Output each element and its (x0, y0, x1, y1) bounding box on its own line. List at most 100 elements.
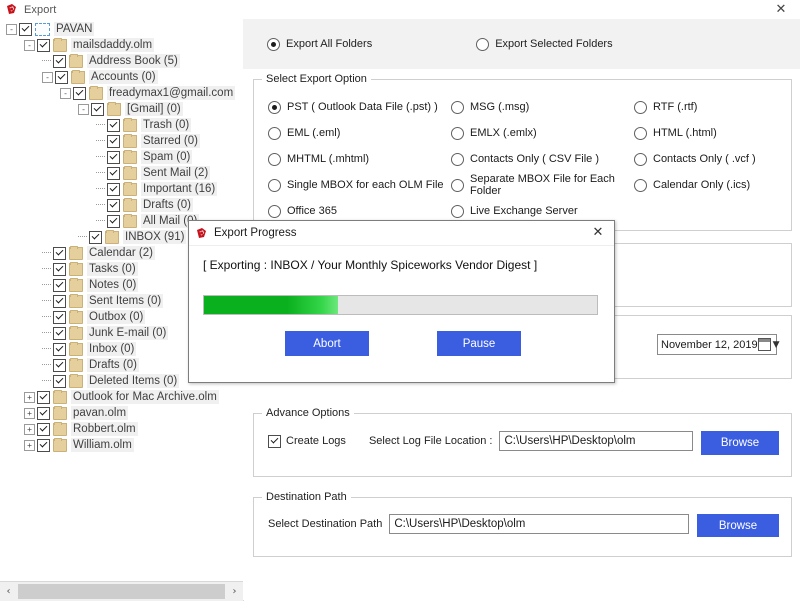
radio-export-format[interactable]: Single MBOX for each OLM File (268, 179, 451, 192)
tree-item-checkbox[interactable] (19, 23, 32, 36)
radio-indicator[interactable] (268, 127, 281, 140)
tree-item-checkbox[interactable] (107, 167, 120, 180)
radio-indicator[interactable] (451, 205, 464, 218)
radio-export-format[interactable]: MSG (.msg) (451, 101, 634, 114)
radio-export-format[interactable]: RTF (.rtf) (634, 101, 784, 114)
tree-item-checkbox[interactable] (37, 423, 50, 436)
radio-export-selected-folders[interactable]: Export Selected Folders (476, 38, 612, 51)
tree-item-checkbox[interactable] (53, 343, 66, 356)
tree-item-checkbox[interactable] (107, 199, 120, 212)
chevron-down-icon[interactable]: ▼ (773, 340, 780, 350)
tree-item-checkbox[interactable] (91, 103, 104, 116)
tree-item-checkbox[interactable] (107, 135, 120, 148)
tree-item-checkbox[interactable] (55, 71, 68, 84)
radio-export-format[interactable]: Contacts Only ( .vcf ) (634, 153, 784, 166)
close-icon[interactable]: ✕ (588, 223, 608, 242)
collapse-icon[interactable]: - (78, 104, 89, 115)
browse-destination-button[interactable]: Browse (697, 514, 779, 537)
tree-item[interactable]: +Robbert.olm (0, 421, 243, 437)
radio-export-format[interactable]: EMLX (.emlx) (451, 127, 634, 140)
radio-indicator[interactable] (634, 153, 647, 166)
tree-item[interactable]: +pavan.olm (0, 405, 243, 421)
date-picker[interactable]: November 12, 2019 ▼ (657, 334, 777, 355)
tree-item-checkbox[interactable] (53, 359, 66, 372)
pause-button[interactable]: Pause (437, 331, 521, 356)
tree-item-checkbox[interactable] (53, 247, 66, 260)
tree-item-checkbox[interactable] (89, 231, 102, 244)
abort-button[interactable]: Abort (285, 331, 369, 356)
radio-indicator[interactable] (634, 127, 647, 140)
destination-path-input[interactable]: C:\Users\HP\Desktop\olm (389, 514, 689, 534)
tree-item[interactable]: -Accounts (0) (0, 69, 243, 85)
expand-icon[interactable]: + (24, 408, 35, 419)
radio-export-format[interactable]: MHTML (.mhtml) (268, 153, 451, 166)
tree-item-checkbox[interactable] (37, 407, 50, 420)
tree-item[interactable]: Address Book (5) (0, 53, 243, 69)
scrollbar-thumb[interactable] (18, 584, 225, 599)
radio-export-format[interactable]: PST ( Outlook Data File (.pst) ) (268, 101, 451, 114)
radio-indicator[interactable] (451, 179, 464, 192)
tree-item[interactable]: Spam (0) (0, 149, 243, 165)
radio-indicator[interactable] (451, 127, 464, 140)
radio-indicator[interactable] (267, 38, 280, 51)
close-icon[interactable]: ✕ (770, 0, 792, 19)
tree-item[interactable]: +Outlook for Mac Archive.olm (0, 389, 243, 405)
tree-item-checkbox[interactable] (107, 215, 120, 228)
tree-item-checkbox[interactable] (53, 311, 66, 324)
scroll-right-icon[interactable]: › (226, 583, 243, 600)
tree-item[interactable]: Starred (0) (0, 133, 243, 149)
collapse-icon[interactable]: - (24, 40, 35, 51)
radio-indicator[interactable] (268, 179, 281, 192)
tree-item[interactable]: +William.olm (0, 437, 243, 453)
tree-item[interactable]: -mailsdaddy.olm (0, 37, 243, 53)
collapse-icon[interactable]: - (60, 88, 71, 99)
tree-item[interactable]: Drafts (0) (0, 197, 243, 213)
tree-item[interactable]: Sent Mail (2) (0, 165, 243, 181)
tree-item-checkbox[interactable] (53, 263, 66, 276)
tree-item[interactable]: Trash (0) (0, 117, 243, 133)
radio-indicator[interactable] (451, 153, 464, 166)
radio-export-format[interactable]: Calendar Only (.ics) (634, 179, 784, 192)
expand-icon[interactable]: + (24, 392, 35, 403)
radio-indicator[interactable] (476, 38, 489, 51)
radio-export-format[interactable]: EML (.eml) (268, 127, 451, 140)
tree-item[interactable]: -freadymax1@gmail.com (0, 85, 243, 101)
radio-export-format[interactable]: Separate MBOX File for Each Folder (451, 173, 634, 197)
radio-export-all-folders[interactable]: Export All Folders (267, 38, 372, 51)
tree-item-checkbox[interactable] (53, 327, 66, 340)
collapse-icon[interactable]: - (6, 24, 17, 35)
tree-item[interactable]: -PAVAN (0, 21, 243, 37)
tree-item-checkbox[interactable] (107, 119, 120, 132)
radio-indicator[interactable] (451, 101, 464, 114)
radio-indicator[interactable] (634, 179, 647, 192)
tree-item-checkbox[interactable] (53, 295, 66, 308)
tree-item-checkbox[interactable] (53, 375, 66, 388)
tree-item-checkbox[interactable] (73, 87, 86, 100)
expand-icon[interactable]: + (24, 424, 35, 435)
log-location-input[interactable]: C:\Users\HP\Desktop\olm (499, 431, 693, 451)
radio-export-format[interactable]: Contacts Only ( CSV File ) (451, 153, 634, 166)
radio-indicator[interactable] (268, 153, 281, 166)
scroll-left-icon[interactable]: ‹ (0, 583, 17, 600)
tree-item-checkbox[interactable] (37, 439, 50, 452)
radio-export-format[interactable]: Office 365 (268, 205, 451, 218)
tree-item-checkbox[interactable] (53, 55, 66, 68)
tree-item-checkbox[interactable] (107, 183, 120, 196)
tree-item-checkbox[interactable] (107, 151, 120, 164)
tree-item[interactable]: Important (16) (0, 181, 243, 197)
tree-item-checkbox[interactable] (37, 391, 50, 404)
radio-export-format[interactable]: HTML (.html) (634, 127, 784, 140)
radio-indicator[interactable] (268, 205, 281, 218)
radio-export-format[interactable]: Live Exchange Server (451, 205, 634, 218)
browse-log-button[interactable]: Browse (701, 431, 779, 455)
radio-indicator[interactable] (634, 101, 647, 114)
tree-item[interactable]: -[Gmail] (0) (0, 101, 243, 117)
tree-item-checkbox[interactable] (53, 279, 66, 292)
calendar-icon[interactable] (758, 338, 771, 351)
collapse-icon[interactable]: - (42, 72, 53, 83)
radio-indicator[interactable] (268, 101, 281, 114)
create-logs-checkbox[interactable] (268, 435, 281, 448)
tree-item-checkbox[interactable] (37, 39, 50, 52)
expand-icon[interactable]: + (24, 440, 35, 451)
tree-horizontal-scrollbar[interactable]: ‹ › (0, 581, 244, 601)
